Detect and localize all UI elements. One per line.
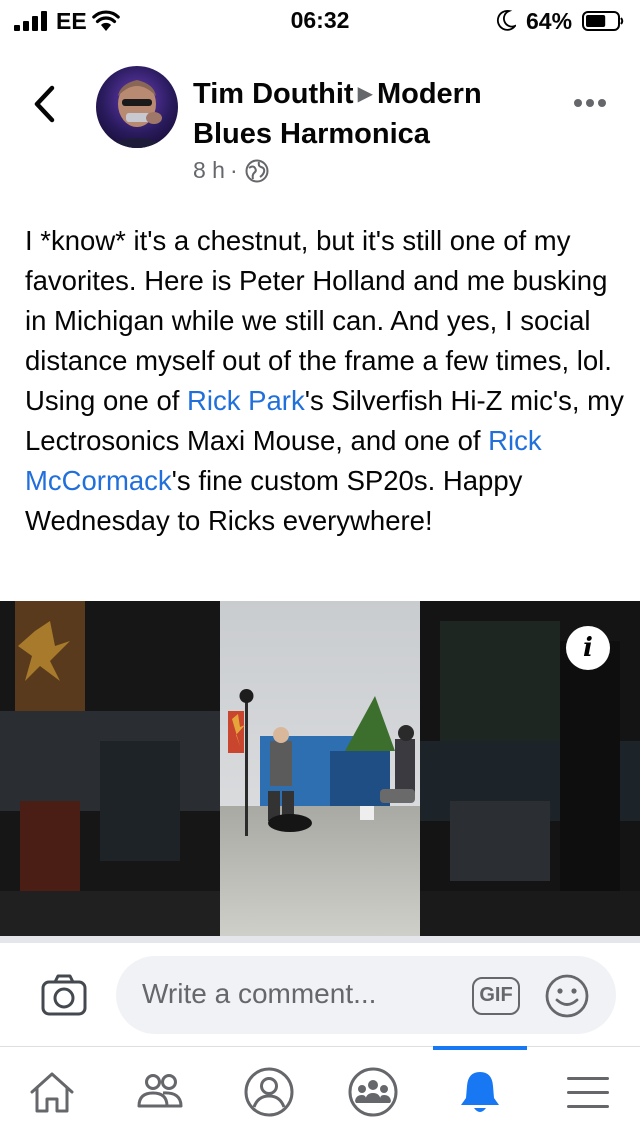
profile-icon — [244, 1067, 294, 1117]
do-not-disturb-moon-icon — [497, 9, 516, 31]
camera-icon[interactable] — [40, 973, 88, 1017]
comment-placeholder: Write a comment... — [142, 978, 377, 1009]
tab-groups[interactable] — [343, 1062, 403, 1122]
comment-input[interactable]: Write a comment... GIF — [116, 956, 616, 1034]
gif-button[interactable]: GIF — [472, 977, 520, 1015]
globe-icon — [245, 159, 269, 182]
tab-home[interactable] — [22, 1062, 82, 1122]
info-button[interactable]: i — [566, 626, 610, 670]
menu-icon — [567, 1077, 609, 1108]
media-divider — [0, 936, 640, 943]
post-timestamp[interactable]: 8 h — [193, 157, 225, 184]
groups-icon — [348, 1067, 398, 1117]
avatar[interactable] — [96, 66, 178, 148]
tab-notifications[interactable] — [450, 1062, 510, 1122]
battery-icon — [582, 11, 624, 31]
post-header-title: Tim Douthit ▶ Modern Blues Harmonica — [193, 74, 543, 154]
post-video[interactable] — [0, 601, 640, 936]
meta-separator: · — [229, 157, 238, 183]
post-text: I *know* it's a chestnut, but it's still… — [25, 221, 625, 541]
notifications-bell-icon — [461, 1072, 499, 1112]
friends-icon — [137, 1074, 183, 1108]
mention-link-rick-park[interactable]: Rick Park — [187, 385, 305, 416]
tab-menu[interactable] — [558, 1062, 618, 1122]
status-bar: EE 06:32 64% — [0, 0, 640, 42]
post-meta: 8 h · — [193, 157, 269, 184]
author-name-link[interactable]: Tim Douthit — [193, 78, 354, 110]
battery-percentage: 64% — [526, 8, 573, 34]
home-icon — [30, 1072, 74, 1113]
tab-bar-divider — [0, 1046, 640, 1047]
shared-to-arrow-icon: ▶ — [357, 83, 373, 105]
back-button[interactable] — [28, 84, 62, 124]
tab-friends[interactable] — [130, 1062, 190, 1122]
tab-profile[interactable] — [239, 1062, 299, 1122]
active-tab-indicator — [433, 1046, 527, 1050]
more-options-button[interactable] — [573, 96, 607, 110]
emoji-icon[interactable] — [544, 973, 590, 1019]
